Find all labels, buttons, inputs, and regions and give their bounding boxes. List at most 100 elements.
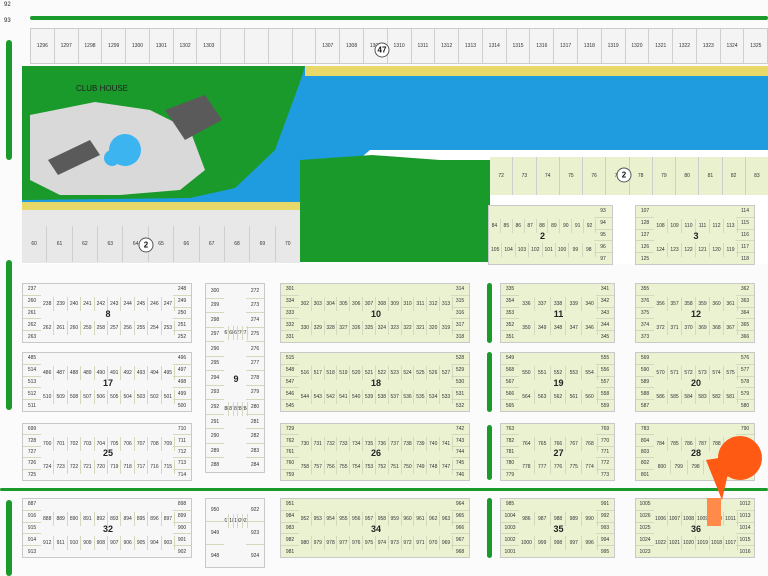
lot[interactable]: 759: [281, 470, 299, 480]
lot[interactable]: 101: [543, 243, 556, 257]
lot[interactable]: 1019: [696, 536, 710, 550]
lot[interactable]: 1297: [55, 29, 79, 63]
lot[interactable]: 589: [636, 377, 654, 389]
lot[interactable]: 72: [490, 157, 514, 195]
lot[interactable]: 294: [206, 371, 224, 386]
lot[interactable]: 567: [501, 377, 519, 389]
lot[interactable]: 319: [440, 321, 453, 335]
lot[interactable]: 785: [668, 437, 682, 451]
lot[interactable]: 907: [108, 536, 122, 550]
lot[interactable]: 298: [206, 313, 224, 328]
lot[interactable]: 289: [206, 444, 224, 459]
lot[interactable]: 1299: [102, 29, 127, 63]
lot[interactable]: 516: [299, 366, 312, 380]
lot[interactable]: 913: [23, 546, 41, 557]
lot[interactable]: 741: [440, 437, 453, 451]
lot[interactable]: 764: [519, 437, 535, 451]
lot[interactable]: 374: [636, 319, 654, 332]
lot[interactable]: 778: [519, 460, 535, 474]
lot[interactable]: 772: [596, 458, 614, 470]
lot[interactable]: 1023: [636, 546, 654, 557]
lot[interactable]: 974: [376, 536, 389, 550]
lot[interactable]: 305: [337, 297, 351, 311]
lot[interactable]: 915: [23, 523, 41, 535]
lot[interactable]: 1307: [316, 29, 341, 63]
lot[interactable]: 1296: [31, 29, 55, 63]
lot[interactable]: 118: [736, 253, 754, 264]
lot[interactable]: 80: [676, 157, 700, 195]
lot[interactable]: 561: [566, 390, 583, 404]
lot[interactable]: 538: [376, 390, 389, 404]
lot[interactable]: 495: [162, 366, 176, 380]
lot[interactable]: 62: [73, 226, 99, 262]
lot[interactable]: 296: [206, 342, 224, 357]
lot[interactable]: 518: [325, 366, 338, 380]
lot[interactable]: 292: [206, 400, 224, 415]
lot[interactable]: 978: [325, 536, 338, 550]
lot[interactable]: 102: [529, 243, 543, 257]
lot[interactable]: 376: [636, 296, 654, 308]
lot[interactable]: 719: [108, 460, 122, 474]
lot[interactable]: 76: [583, 157, 607, 195]
lot[interactable]: 87: [525, 219, 537, 233]
lot[interactable]: 1311: [412, 29, 436, 63]
lot[interactable]: 732: [325, 437, 338, 451]
lot[interactable]: 248: [173, 284, 191, 296]
lot[interactable]: 541: [337, 390, 351, 404]
lot[interactable]: 262: [23, 319, 41, 332]
lot[interactable]: 922: [246, 499, 264, 522]
lot[interactable]: 564: [519, 390, 535, 404]
lot[interactable]: 108: [654, 219, 668, 233]
lot[interactable]: 297: [206, 328, 224, 343]
lot[interactable]: 520: [350, 366, 364, 380]
lot[interactable]: 716: [148, 460, 162, 474]
lot[interactable]: 775: [566, 460, 583, 474]
lot[interactable]: 954: [325, 512, 338, 526]
lot[interactable]: 123: [668, 243, 682, 257]
lot[interactable]: 563: [535, 390, 551, 404]
lot[interactable]: 489: [81, 366, 95, 380]
lot[interactable]: 524: [402, 366, 415, 380]
lot[interactable]: 73: [513, 157, 537, 195]
lot[interactable]: 953: [312, 512, 325, 526]
lot[interactable]: 525: [414, 366, 428, 380]
lot[interactable]: 318: [451, 331, 469, 342]
lot[interactable]: 546: [281, 388, 299, 401]
lot[interactable]: 1015: [736, 534, 754, 547]
lot[interactable]: 793: [736, 458, 754, 470]
lot[interactable]: 281: [246, 415, 264, 430]
lot[interactable]: 343: [596, 308, 614, 320]
lot[interactable]: 1319: [602, 29, 626, 63]
lot[interactable]: 888: [41, 512, 55, 526]
lot[interactable]: 1004: [501, 511, 519, 523]
lot[interactable]: 972: [402, 536, 415, 550]
lot[interactable]: 115: [736, 218, 754, 230]
lot[interactable]: 991: [596, 499, 614, 511]
lot[interactable]: 912: [41, 536, 55, 550]
lot[interactable]: 539: [363, 390, 376, 404]
lot[interactable]: 987: [535, 512, 551, 526]
lot[interactable]: 587: [636, 400, 654, 411]
lot[interactable]: 255: [135, 321, 149, 335]
lot[interactable]: 765: [535, 437, 551, 451]
lot[interactable]: 916: [23, 511, 41, 523]
lot[interactable]: 109: [668, 219, 682, 233]
lot[interactable]: 315: [451, 296, 469, 308]
lot[interactable]: 83: [746, 157, 768, 195]
lot[interactable]: 322: [402, 321, 415, 335]
lot[interactable]: 975: [363, 536, 376, 550]
lot[interactable]: 1313: [459, 29, 483, 63]
lot[interactable]: 714: [173, 470, 191, 480]
lot[interactable]: 325: [363, 321, 376, 335]
lot[interactable]: 256: [121, 321, 135, 335]
lot[interactable]: 121: [696, 243, 710, 257]
lot[interactable]: 1322: [673, 29, 697, 63]
lot[interactable]: 889: [54, 512, 68, 526]
lot[interactable]: 905: [135, 536, 149, 550]
lot[interactable]: 993: [596, 523, 614, 535]
lot[interactable]: 90: [560, 219, 573, 233]
lot[interactable]: 339: [566, 297, 583, 311]
lot[interactable]: 982: [281, 534, 299, 547]
lot[interactable]: 565: [501, 400, 519, 411]
lot[interactable]: 100: [556, 243, 570, 257]
